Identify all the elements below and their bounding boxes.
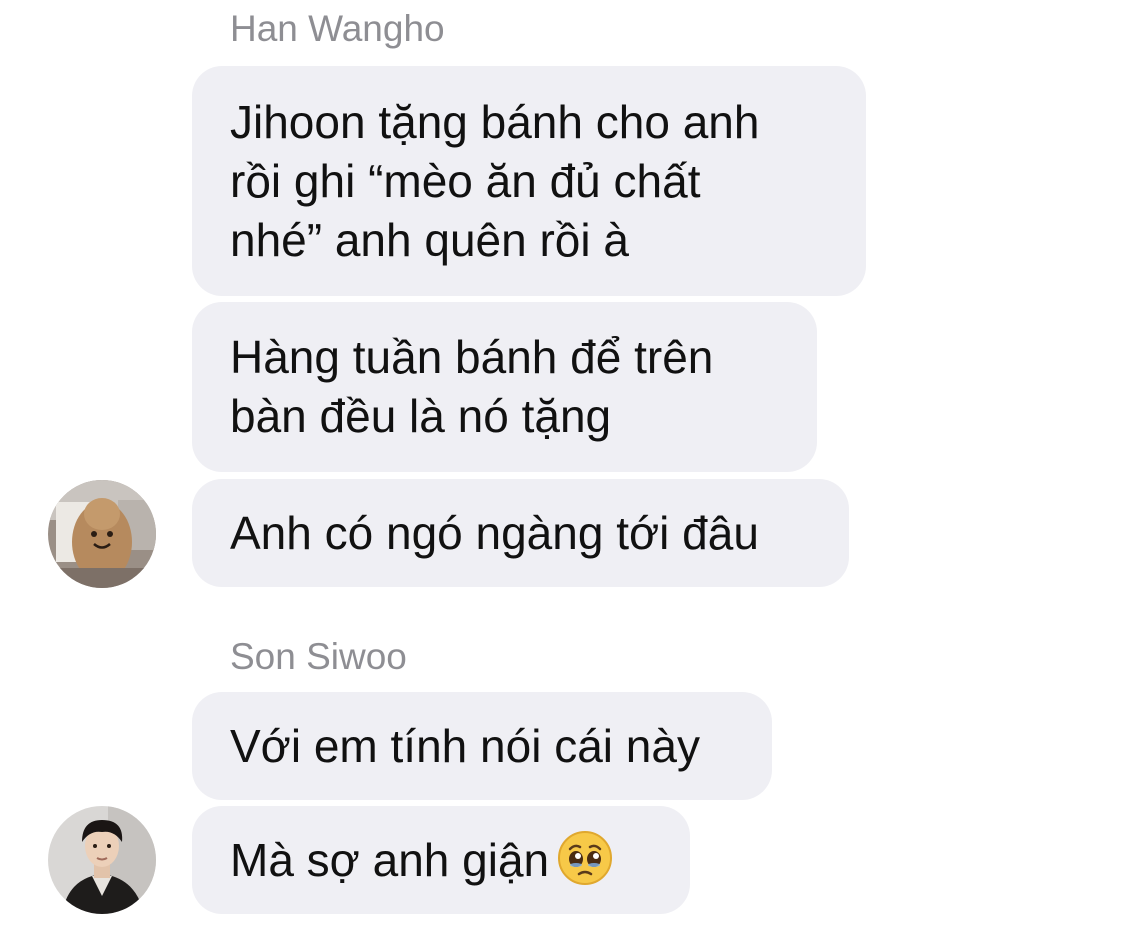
pleading-face-emoji bbox=[558, 831, 613, 885]
message-text: Với em tính nói cái này bbox=[230, 719, 700, 772]
message-text: Mà sợ anh giận bbox=[230, 834, 550, 886]
message-bubble[interactable]: Mà sợ anh giận bbox=[192, 806, 690, 914]
message-text: Hàng tuần bánh để trên bàn đều là nó tặn… bbox=[230, 331, 714, 442]
message-bubble[interactable]: Anh có ngó ngàng tới đâu bbox=[192, 479, 849, 587]
message-text: Jihoon tặng bánh cho anh rồi ghi “mèo ăn… bbox=[230, 95, 760, 266]
sender-name: Han Wangho bbox=[230, 8, 445, 49]
person-photo-avatar[interactable] bbox=[48, 806, 156, 914]
sender-name: Son Siwoo bbox=[230, 636, 407, 677]
plush-toy-avatar[interactable] bbox=[48, 480, 156, 588]
message-bubble[interactable]: Jihoon tặng bánh cho anh rồi ghi “mèo ăn… bbox=[192, 66, 866, 296]
message-bubble[interactable]: Với em tính nói cái này bbox=[192, 692, 772, 800]
message-bubble[interactable]: Hàng tuần bánh để trên bàn đều là nó tặn… bbox=[192, 302, 817, 472]
message-text: Anh có ngó ngàng tới đâu bbox=[230, 506, 759, 559]
